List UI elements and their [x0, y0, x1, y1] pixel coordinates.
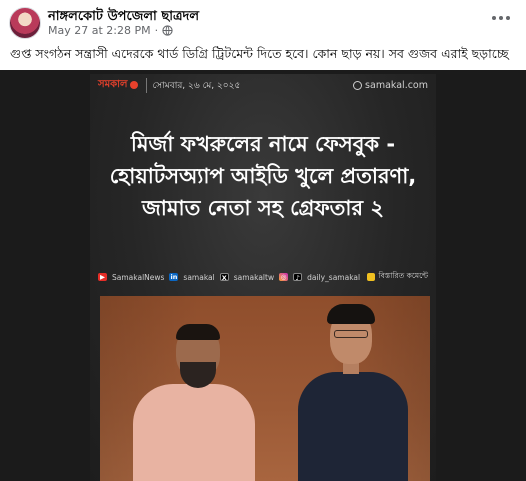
hand-pointer-icon [367, 273, 376, 281]
instagram-handle: daily_samakal [307, 272, 361, 282]
more-icon [492, 16, 496, 20]
post-meta: May 27 at 2:28 PM · [48, 24, 173, 37]
person-left-hair [176, 324, 220, 340]
post-media[interactable]: সমকাল সোমবার, ২৬ মে, ২০২৫ samakal.com মি… [0, 70, 526, 481]
linkedin-handle: samakal [183, 272, 215, 282]
news-card-image[interactable]: সমকাল সোমবার, ২৬ মে, ২০২৫ samakal.com মি… [90, 74, 436, 481]
person-right-hair [327, 304, 375, 324]
youtube-handle: SamakalNews [112, 272, 165, 282]
site-url: samakal.com [353, 80, 428, 91]
instagram-icon: ◎ [279, 273, 289, 281]
site-logo-icon [353, 80, 363, 90]
page-avatar[interactable] [9, 7, 41, 39]
headline-line-1: মির্জা ফখরুলের নামে ফেসবুক - [130, 132, 396, 156]
news-card-topbar: সমকাল সোমবার, ২৬ মে, ২০২৫ samakal.com [90, 74, 436, 96]
more-options-button[interactable] [488, 8, 514, 28]
news-headline: মির্জা ফখরুলের নামে ফেসবুক - হোয়াটসঅ্যা… [100, 128, 426, 224]
post-caption: গুপ্ত সংগঠন সন্ত্রাসী এদেরকে থার্ড ডিগ্র… [10, 46, 509, 61]
news-photo [100, 296, 430, 481]
person-right-glasses [334, 330, 368, 338]
comment-callout-text: বিস্তারিত কমেন্টে [378, 271, 428, 280]
youtube-icon: ▶ [98, 273, 107, 281]
globe-icon [162, 25, 173, 36]
headline-line-3: জামাত নেতা সহ গ্রেফতার ২ [141, 196, 385, 220]
post-timestamp[interactable]: May 27 at 2:28 PM [48, 24, 151, 37]
site-url-text: samakal.com [365, 79, 428, 91]
social-handles-bar: ▶ SamakalNews in samakal X samakaltw ◎ ♪… [98, 270, 428, 284]
comment-callout: বিস্তারিত কমেন্টে [367, 271, 428, 283]
x-icon: X [219, 273, 229, 282]
person-left-body [133, 384, 255, 481]
x-handle: samakaltw [233, 272, 275, 282]
brand-name: সমকাল [98, 78, 128, 90]
person-right-body [298, 372, 408, 481]
brand-logo: সমকাল [98, 77, 138, 94]
meta-separator: · [154, 24, 159, 37]
tiktok-icon: ♪ [293, 273, 303, 282]
headline-line-2: হোয়াটসঅ্যাপ আইডি খুলে প্রতারণা, [109, 164, 417, 188]
linkedin-icon: in [169, 273, 179, 281]
brand-dot-icon [129, 81, 138, 89]
news-date: সোমবার, ২৬ মে, ২০২৫ [145, 77, 240, 93]
post-header: নাঙ্গলকোট উপজেলা ছাত্রদল May 27 at 2:28 … [0, 0, 526, 39]
